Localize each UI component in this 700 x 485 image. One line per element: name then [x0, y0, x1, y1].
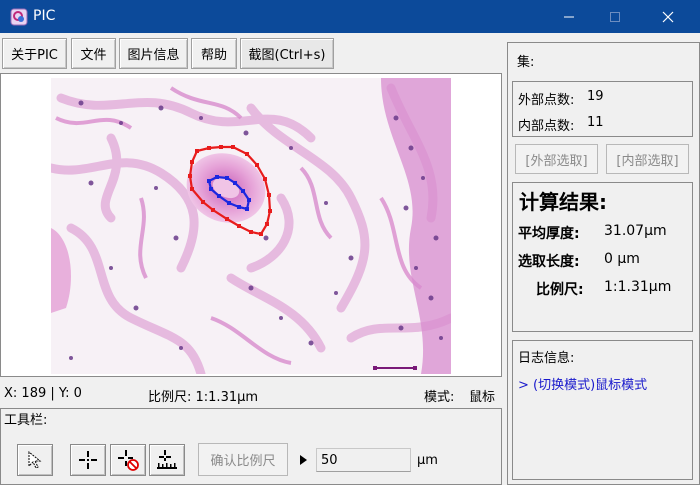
app-icon [10, 8, 28, 26]
log-title: 日志信息: [518, 351, 575, 366]
scale-length-input[interactable] [316, 448, 411, 472]
inner-point-tool-button[interactable] [110, 444, 146, 476]
selection-length-value: 0 μm [604, 251, 640, 267]
play-icon [300, 455, 307, 465]
minimize-button[interactable] [546, 0, 592, 33]
maximize-icon [610, 11, 620, 22]
avg-thickness-label: 平均厚度: [518, 226, 580, 242]
log-entry: > (切换模式)鼠标模式 [518, 378, 648, 393]
results-scale-value: 1:1.31μm [604, 279, 672, 295]
inner-count-value: 11 [587, 115, 604, 130]
select-tool-button[interactable] [17, 444, 53, 476]
results-title: 计算结果: [519, 190, 607, 214]
confirm-scale-button[interactable]: 确认比例尺 [198, 443, 288, 476]
outer-count-value: 19 [587, 89, 604, 104]
outer-select-button[interactable]: [外部选取] [515, 144, 598, 174]
inner-count-label: 内部点数: [518, 119, 575, 134]
close-button[interactable] [645, 0, 691, 33]
cursor-arrow-icon [28, 450, 42, 469]
menu-file-button[interactable]: 文件 [71, 38, 116, 69]
cursor-coordinates: X: 189 | Y: 0 [4, 386, 82, 401]
outer-point-tool-button[interactable] [70, 444, 106, 476]
crosshair-no-icon [118, 450, 139, 471]
mode-value: 鼠标 [469, 390, 496, 405]
set-label: 集: [517, 55, 535, 70]
minimize-icon [564, 16, 574, 17]
toolbar-label: 工具栏: [4, 413, 48, 428]
unit-label: μm [417, 453, 438, 468]
window-title: PIC [33, 8, 56, 24]
histology-image[interactable] [51, 78, 451, 374]
avg-thickness-value: 31.07μm [604, 223, 667, 239]
title-bar: PIC [0, 0, 700, 33]
menu-help-button[interactable]: 帮助 [191, 38, 237, 69]
menu-image-info-button[interactable]: 图片信息 [119, 38, 188, 69]
status-scale: 比例尺: 1:1.31μm [148, 390, 259, 405]
crosshair-point-icon [79, 451, 97, 469]
mode-label: 模式: [424, 390, 455, 405]
close-icon [662, 11, 674, 22]
ruler-measure-icon [157, 450, 177, 469]
inner-select-button[interactable]: [内部选取] [606, 144, 689, 174]
image-canvas[interactable] [0, 73, 502, 377]
selection-length-label: 选取长度: [518, 254, 580, 270]
screenshot-button[interactable]: 截图(Ctrl+s) [240, 38, 334, 69]
measure-tool-button[interactable] [149, 444, 185, 476]
outer-count-label: 外部点数: [518, 93, 575, 108]
maximize-button[interactable] [592, 0, 638, 33]
results-scale-label: 比例尺: [536, 282, 584, 298]
menu-about-button[interactable]: 关于PIC [2, 38, 67, 69]
